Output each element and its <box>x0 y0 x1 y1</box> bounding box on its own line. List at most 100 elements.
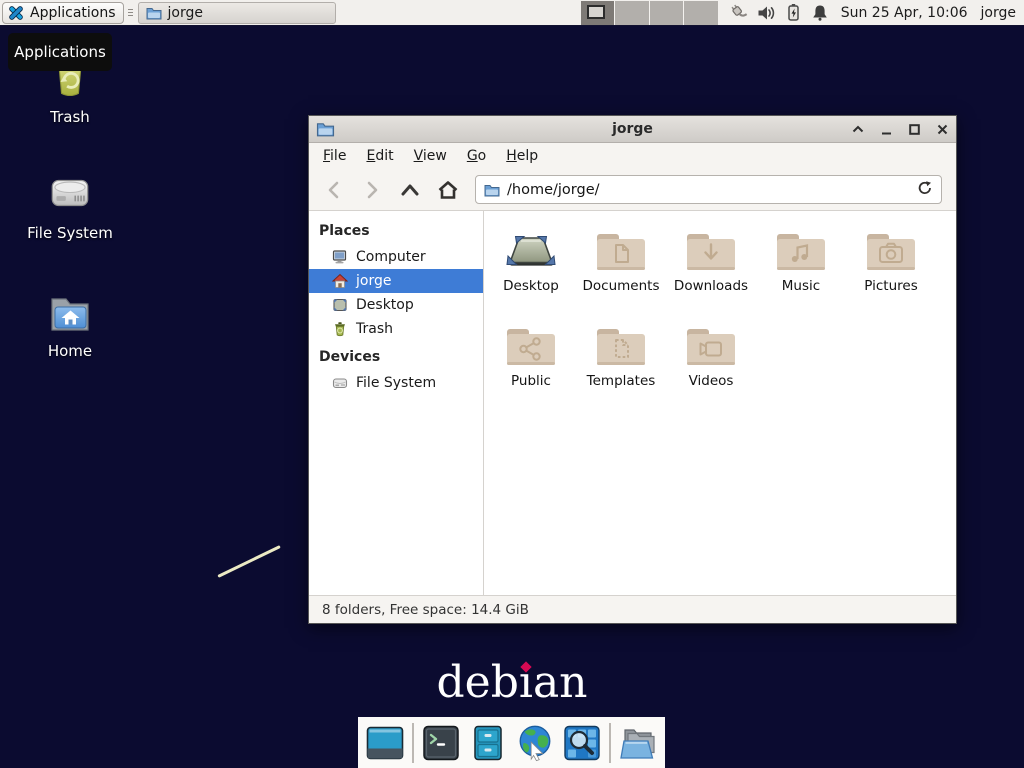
file-item-videos[interactable]: Videos <box>666 321 756 416</box>
xfce-logo-icon <box>7 4 25 22</box>
sidebar-item-desktop[interactable]: Desktop <box>309 293 483 317</box>
trash-small-icon <box>332 321 348 337</box>
computer-icon <box>332 249 348 265</box>
folder-music-icon <box>772 226 830 274</box>
shade-button[interactable] <box>851 122 865 136</box>
workspace-1[interactable] <box>581 1 616 25</box>
folder-templates-icon <box>592 321 650 369</box>
battery-charging-icon[interactable] <box>785 3 802 22</box>
taskbar-window-button[interactable]: jorge <box>138 2 336 24</box>
folder-pictures-icon <box>862 226 920 274</box>
file-item-music[interactable]: Music <box>756 226 846 321</box>
file-item-documents[interactable]: Documents <box>576 226 666 321</box>
file-item-public[interactable]: Public <box>486 321 576 416</box>
volume-icon[interactable] <box>757 4 776 22</box>
minimize-button[interactable] <box>879 122 893 136</box>
workspace-4[interactable] <box>684 1 718 25</box>
sidebar-item-label: jorge <box>356 273 391 289</box>
menu-file[interactable]: File <box>323 148 346 164</box>
file-item-label: Documents <box>583 278 660 294</box>
file-item-templates[interactable]: Templates <box>576 321 666 416</box>
file-manager-launcher[interactable] <box>468 723 508 763</box>
sidebar-item-label: Desktop <box>356 297 414 313</box>
app-finder-launcher[interactable] <box>562 723 602 763</box>
show-desktop-icon <box>365 724 405 762</box>
desktop-icon-label: Trash <box>50 108 90 126</box>
close-button[interactable] <box>935 122 949 136</box>
sidebar-item-label: File System <box>356 375 436 391</box>
desktop-icon-label: Home <box>48 342 92 360</box>
dock-separator <box>412 723 414 763</box>
home-button[interactable] <box>437 179 459 201</box>
show-desktop-button[interactable] <box>365 723 405 763</box>
menu-view[interactable]: View <box>414 148 447 164</box>
window-titlebar[interactable]: jorge <box>309 116 956 143</box>
panel-grip[interactable] <box>126 5 136 21</box>
desktop: { "panel": { "applications_label": "Appl… <box>0 0 1024 768</box>
sidebar-item-jorge[interactable]: jorge <box>309 269 483 293</box>
menu-go[interactable]: Go <box>467 148 486 164</box>
file-manager-window: jorge File Edit View Go Help <box>308 115 957 624</box>
reload-button[interactable] <box>917 180 933 200</box>
sidebar-item-computer[interactable]: Computer <box>309 245 483 269</box>
menu-help[interactable]: Help <box>506 148 538 164</box>
sidebar-item-trash[interactable]: Trash <box>309 317 483 341</box>
maximize-button[interactable] <box>907 122 921 136</box>
top-panel: Applications jorge <box>0 0 1024 26</box>
desktop-icon-label: File System <box>27 224 113 242</box>
location-path[interactable]: /home/jorge/ <box>507 182 600 198</box>
location-bar[interactable]: /home/jorge/ <box>475 175 942 204</box>
hard-drive-icon <box>44 168 96 218</box>
workspace-window-thumb <box>587 5 605 19</box>
terminal-launcher[interactable] <box>421 723 461 763</box>
file-item-downloads[interactable]: Downloads <box>666 226 756 321</box>
up-button[interactable] <box>399 179 421 201</box>
dock-separator <box>609 723 611 763</box>
folders-stack-icon <box>618 724 658 762</box>
workspace-switcher[interactable] <box>581 1 718 25</box>
file-item-label: Videos <box>689 373 734 389</box>
sidebar-item-label: Trash <box>356 321 393 337</box>
file-item-pictures[interactable]: Pictures <box>846 226 936 321</box>
power-adapter-icon[interactable] <box>728 3 748 22</box>
folder-icon <box>146 6 162 20</box>
file-item-desktop[interactable]: Desktop <box>486 226 576 321</box>
home-icon <box>332 273 348 289</box>
system-tray <box>728 3 829 22</box>
file-cabinet-icon <box>468 724 508 762</box>
debian-logo-text: deb <box>436 656 518 710</box>
panel-clock[interactable]: Sun 25 Apr, 10:06 <box>841 5 968 21</box>
applications-menu-button[interactable]: Applications <box>2 2 124 24</box>
folder-downloads-icon <box>682 226 740 274</box>
sidebar: Places Computer jorge <box>309 211 484 595</box>
desktop-icon-home[interactable]: Home <box>10 290 130 360</box>
applications-tooltip: Applications <box>8 33 112 71</box>
folders-launcher[interactable] <box>618 723 658 763</box>
terminal-icon <box>421 724 461 762</box>
file-item-label: Public <box>511 373 551 389</box>
sidebar-header-places: Places <box>309 215 483 245</box>
web-browser-globe-icon <box>515 723 555 763</box>
web-browser-launcher[interactable] <box>515 723 555 763</box>
stray-line-artifact <box>217 545 280 578</box>
toolbar: /home/jorge/ <box>309 169 956 211</box>
panel-user-menu[interactable]: jorge <box>981 5 1016 21</box>
tooltip-text: Applications <box>14 43 106 61</box>
file-item-label: Downloads <box>674 278 748 294</box>
menu-edit[interactable]: Edit <box>366 148 393 164</box>
file-view[interactable]: Desktop Documents <box>484 211 956 595</box>
back-button[interactable] <box>323 179 345 201</box>
workspace-3[interactable] <box>650 1 685 25</box>
sidebar-item-file-system[interactable]: File System <box>309 371 483 395</box>
desktop-icon-file-system[interactable]: File System <box>10 168 130 242</box>
location-folder-icon <box>484 183 500 197</box>
forward-button[interactable] <box>361 179 383 201</box>
menubar: File Edit View Go Help <box>309 143 956 169</box>
folder-videos-icon <box>682 321 740 369</box>
bottom-dock <box>358 717 665 768</box>
file-item-label: Desktop <box>503 278 559 294</box>
workspace-2[interactable] <box>615 1 650 25</box>
notification-bell-icon[interactable] <box>811 3 829 22</box>
debian-logo-text: an <box>533 656 588 710</box>
statusbar: 8 folders, Free space: 14.4 GiB <box>309 595 956 623</box>
